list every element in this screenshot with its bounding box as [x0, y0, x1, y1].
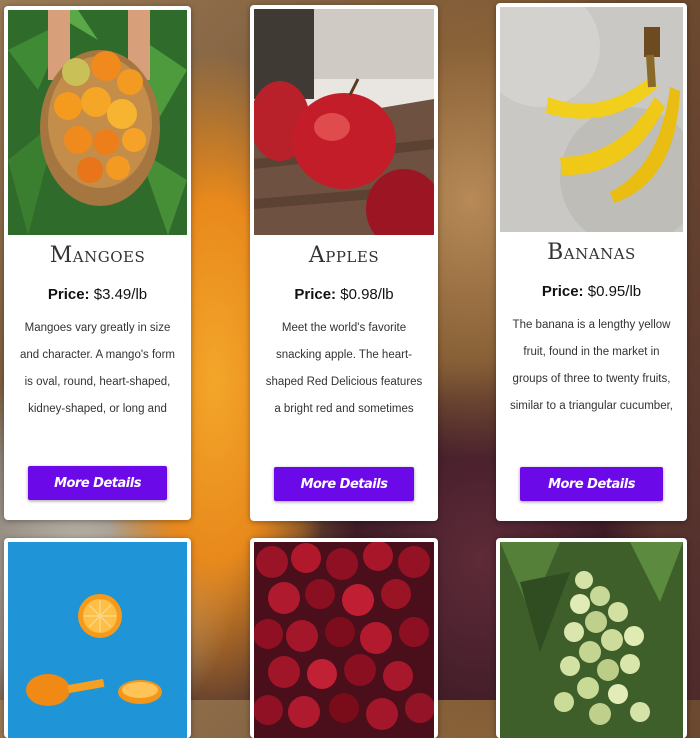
product-card-cherries — [250, 538, 438, 738]
product-price: Price: $0.98/lb — [294, 286, 394, 303]
product-description: Mangoes vary greatly in size and charact… — [20, 322, 175, 415]
cherries-image — [254, 542, 434, 738]
product-price: Price: $0.95/lb — [541, 283, 642, 300]
mangoes-image — [8, 10, 187, 235]
product-name: Bananas — [547, 240, 636, 265]
product-card-oranges — [4, 538, 191, 738]
bananas-image — [500, 7, 683, 232]
oranges-image — [8, 542, 187, 738]
product-price: Price: $3.49/lb — [47, 286, 148, 303]
product-description: The banana is a lengthy yellow fruit, fo… — [510, 319, 673, 412]
product-name: Apples — [308, 243, 380, 268]
product-name: Mangoes — [49, 243, 146, 268]
more-details-button[interactable]: More Details — [28, 466, 167, 500]
product-card-mangoes: Mangoes Price: $3.49/lb Mangoes vary gre… — [4, 6, 191, 520]
grapes-image — [500, 542, 683, 738]
more-details-button[interactable]: More Details — [520, 467, 663, 501]
more-details-button[interactable]: More Details — [274, 467, 414, 501]
product-description: Meet the world's favorite snacking apple… — [265, 322, 423, 415]
product-card-bananas: Bananas Price: $0.95/lb The banana is a … — [496, 3, 687, 521]
product-card-apples: Apples Price: $0.98/lb Meet the world's … — [250, 5, 438, 521]
apples-image — [254, 9, 434, 235]
product-card-grapes — [496, 538, 687, 738]
